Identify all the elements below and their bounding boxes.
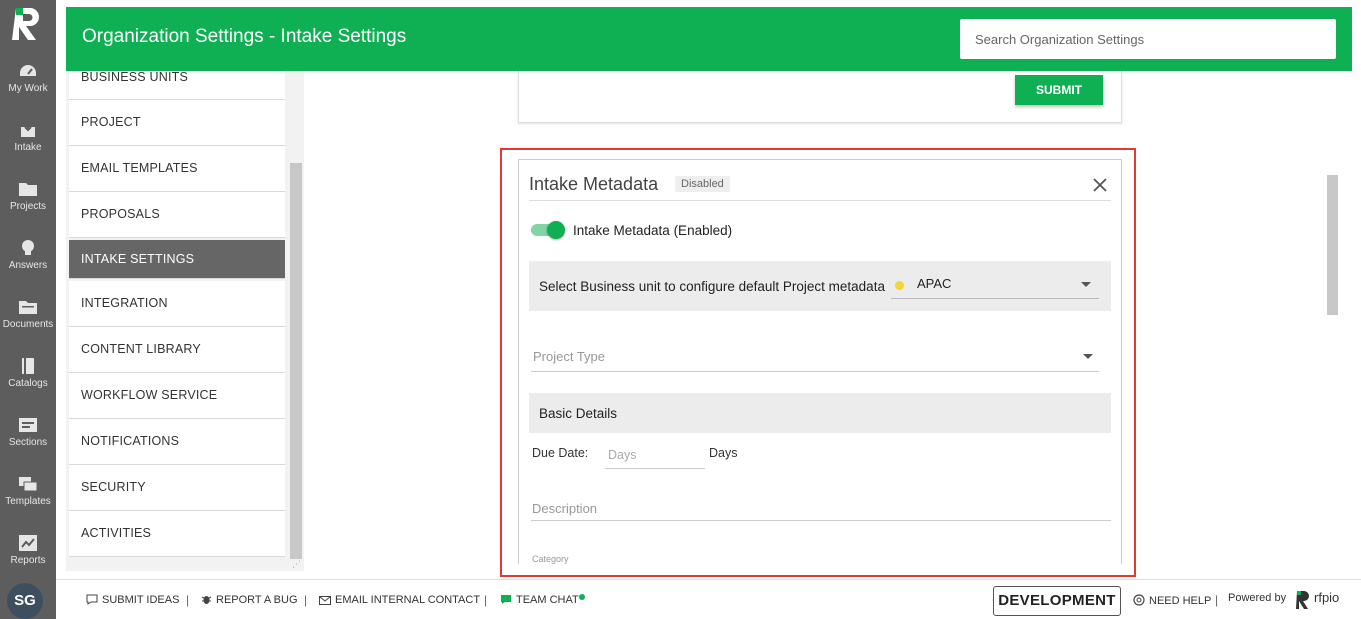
- rail-label: Sections: [8, 437, 48, 448]
- rail-reports[interactable]: Reports: [0, 534, 56, 590]
- intake-icon: [21, 122, 35, 137]
- comment-icon: [86, 594, 98, 605]
- online-indicator: [579, 594, 585, 600]
- need-help-link[interactable]: NEED HELP: [1133, 594, 1211, 607]
- lightbulb-icon: [22, 240, 34, 255]
- rail-templates[interactable]: Templates: [0, 475, 56, 531]
- rail-label: Documents: [2, 319, 54, 330]
- status-badge: Disabled: [675, 176, 730, 192]
- project-type-placeholder: Project Type: [533, 349, 606, 364]
- business-unit-value: APAC: [917, 276, 952, 291]
- nav-item-email-templates[interactable]: EMAIL TEMPLATES: [69, 146, 285, 192]
- submit-ideas-link[interactable]: SUBMIT IDEAS: [86, 594, 179, 606]
- footer-bar: SUBMIT IDEAS | REPORT A BUG | EMAIL INTE…: [56, 579, 1361, 619]
- nav-item-project[interactable]: PROJECT: [69, 100, 285, 146]
- search-input[interactable]: [960, 19, 1336, 59]
- rail-label: Intake: [14, 142, 42, 153]
- settings-nav: BUSINESS UNITS PROJECT EMAIL TEMPLATES P…: [66, 71, 304, 571]
- submit-button[interactable]: SUBMIT: [1015, 75, 1103, 105]
- rail-answers[interactable]: Answers: [0, 239, 56, 295]
- rail-my-work[interactable]: My Work: [0, 62, 56, 118]
- rail-documents[interactable]: Documents: [0, 298, 56, 354]
- intake-metadata-toggle[interactable]: [531, 221, 565, 239]
- business-unit-label: Select Business unit to configure defaul…: [539, 279, 885, 294]
- nav-item-intake-settings[interactable]: INTAKE SETTINGS: [69, 240, 285, 279]
- due-date-unit: Days: [709, 446, 738, 460]
- nav-item-activities[interactable]: ACTIVITIES: [69, 511, 285, 557]
- category-label: Category: [532, 554, 569, 564]
- business-unit-select[interactable]: APAC: [891, 267, 1099, 299]
- chat-icon: [501, 595, 511, 604]
- page-header: Organization Settings - Intake Settings: [66, 7, 1352, 71]
- powered-by-label: Powered by: [1228, 592, 1287, 604]
- nav-item-proposals[interactable]: PROPOSALS: [69, 192, 285, 238]
- rfpio-logo[interactable]: [10, 6, 46, 44]
- dashboard-icon: [20, 65, 36, 76]
- folder-icon: [19, 183, 37, 196]
- app-rail: My Work Intake Projects Answers Document…: [0, 0, 56, 619]
- rfpio-brand-icon: [1296, 591, 1309, 609]
- reports-icon: [19, 535, 37, 551]
- nav-scrollbar[interactable]: [290, 163, 302, 559]
- rail-label: Templates: [5, 496, 51, 507]
- basic-details-header: Basic Details: [529, 393, 1111, 433]
- sections-icon: [19, 418, 37, 432]
- rail-label: Catalogs: [8, 378, 48, 389]
- basic-details-title: Basic Details: [539, 406, 618, 421]
- nav-item-workflow-service[interactable]: WORKFLOW SERVICE: [69, 373, 285, 419]
- nav-item-integration[interactable]: INTEGRATION: [69, 281, 285, 327]
- status-dot-icon: [895, 281, 904, 290]
- catalog-icon: [22, 358, 34, 374]
- project-type-select[interactable]: Project Type: [531, 340, 1099, 372]
- user-avatar[interactable]: SG: [7, 583, 43, 619]
- chevron-down-icon: [1083, 354, 1093, 359]
- due-date-label: Due Date:: [532, 446, 589, 460]
- card-title: Intake Metadata: [529, 174, 659, 194]
- resize-grip-icon[interactable]: ⋰: [292, 559, 304, 569]
- chevron-down-icon: [1081, 282, 1091, 287]
- due-date-days-input[interactable]: [605, 441, 705, 469]
- nav-item-content-library[interactable]: CONTENT LIBRARY: [69, 327, 285, 373]
- close-icon[interactable]: [1091, 176, 1109, 194]
- email-contact-link[interactable]: EMAIL INTERNAL CONTACT: [319, 594, 480, 606]
- description-input[interactable]: [531, 497, 1111, 521]
- previous-settings-card: SUBMIT: [518, 71, 1122, 123]
- brand-name: rfpio: [1314, 590, 1340, 605]
- rail-sections[interactable]: Sections: [0, 416, 56, 472]
- help-icon: [1133, 594, 1145, 606]
- page-title: Organization Settings - Intake Settings: [82, 26, 407, 47]
- toggle-label: Intake Metadata (Enabled): [573, 223, 733, 238]
- mail-icon: [319, 596, 331, 605]
- business-unit-row: Select Business unit to configure defaul…: [529, 261, 1111, 311]
- nav-item-notifications[interactable]: NOTIFICATIONS: [69, 419, 285, 465]
- nav-item-security[interactable]: SECURITY: [69, 465, 285, 511]
- rail-catalogs[interactable]: Catalogs: [0, 357, 56, 413]
- intake-metadata-card: Intake Metadata Disabled Intake Metadata…: [518, 159, 1122, 564]
- rail-label: Reports: [10, 555, 46, 566]
- team-chat-link[interactable]: TEAM CHAT: [500, 594, 579, 606]
- main-scrollbar[interactable]: [1327, 175, 1338, 315]
- bug-icon: [201, 596, 212, 604]
- rail-projects[interactable]: Projects: [0, 180, 56, 236]
- rail-label: Projects: [9, 201, 47, 212]
- nav-item-business-units[interactable]: BUSINESS UNITS: [69, 71, 285, 100]
- rail-intake[interactable]: Intake: [0, 121, 56, 177]
- rail-label: My Work: [8, 83, 48, 94]
- report-bug-link[interactable]: REPORT A BUG: [201, 594, 298, 606]
- documents-icon: [19, 301, 37, 314]
- divider: [529, 200, 1111, 201]
- templates-icon: [19, 477, 38, 492]
- rail-label: Answers: [8, 260, 48, 271]
- environment-badge: DEVELOPMENT: [993, 586, 1121, 616]
